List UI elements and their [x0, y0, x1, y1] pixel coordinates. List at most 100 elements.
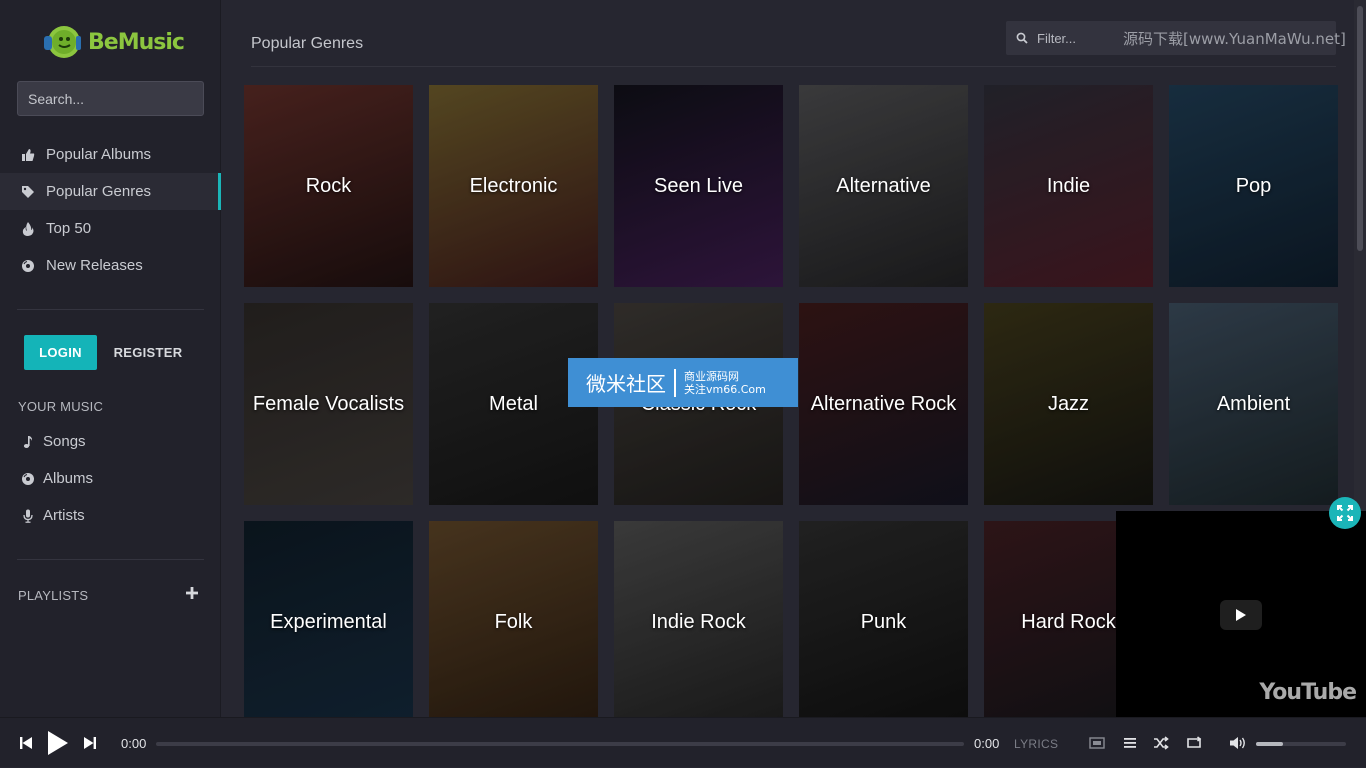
- play-button[interactable]: [44, 718, 72, 768]
- genre-label: Metal: [489, 392, 538, 415]
- main-nav: Popular Albums Popular Genres Top 50 New…: [0, 136, 221, 284]
- add-playlist-plus-icon[interactable]: [184, 585, 200, 601]
- watermark-badge: 微米社区 商业源码网 关注vm66.Com: [568, 358, 798, 407]
- microphone-icon: [21, 509, 35, 523]
- video-play-button[interactable]: [1220, 600, 1262, 630]
- repeat-icon: [1185, 736, 1203, 750]
- shuffle-button[interactable]: [1151, 718, 1171, 768]
- video-screen-icon: [1089, 737, 1105, 749]
- repeat-button[interactable]: [1184, 718, 1204, 768]
- next-track-button[interactable]: [80, 718, 100, 768]
- badge-subtitle-line: 商业源码网: [684, 369, 739, 383]
- disc-icon: [21, 259, 35, 273]
- title-divider: [251, 66, 1336, 67]
- youtube-logo: YouTube: [1259, 680, 1357, 705]
- badge-subtitle: 商业源码网 关注vm66.Com: [684, 370, 766, 396]
- genre-tile[interactable]: Indie Rock: [614, 521, 783, 717]
- genre-tile[interactable]: Jazz: [984, 303, 1153, 505]
- genre-label: Alternative: [836, 174, 931, 197]
- genre-label: Folk: [494, 610, 533, 633]
- video-player-panel[interactable]: YouTube: [1116, 511, 1366, 717]
- skip-previous-icon: [19, 736, 33, 750]
- genre-label: Rock: [305, 174, 352, 197]
- current-time: 0:00: [121, 736, 147, 751]
- nav-label: Popular Genres: [46, 183, 152, 200]
- nav-label: Top 50: [46, 220, 92, 237]
- sidebar-divider: [17, 309, 204, 310]
- nav-item-albums[interactable]: Albums: [0, 460, 221, 497]
- queue-button[interactable]: [1120, 718, 1140, 768]
- genre-tile[interactable]: Seen Live: [614, 85, 783, 287]
- login-button[interactable]: LOGIN: [24, 335, 97, 370]
- genre-label: Indie Rock: [651, 610, 746, 633]
- list-icon: [1123, 737, 1137, 749]
- badge-subtitle-line: 关注vm66.Com: [684, 382, 766, 396]
- video-toggle-button[interactable]: [1087, 718, 1107, 768]
- badge-title: 微米社区: [586, 372, 666, 396]
- sidebar: BeMusic Popular Albums Popular Genres To…: [0, 0, 221, 717]
- genre-tile[interactable]: Folk: [429, 521, 598, 717]
- genre-label: Hard Rock: [1021, 610, 1116, 633]
- nav-item-new-releases[interactable]: New Releases: [0, 247, 221, 284]
- player-bar: 0:00 0:00 LYRICS: [0, 717, 1366, 767]
- genre-label: Alternative Rock: [810, 392, 957, 415]
- tags-icon: [21, 185, 35, 199]
- total-time: 0:00: [974, 736, 1000, 751]
- genre-tile[interactable]: Alternative: [799, 85, 968, 287]
- filter-box: 源码下载[www.YuanMaWu.net]: [1006, 21, 1346, 55]
- genre-label: Jazz: [1047, 392, 1090, 415]
- genre-label: Electronic: [469, 174, 558, 197]
- watermark-text: 源码下载[www.YuanMaWu.net]: [1123, 29, 1346, 48]
- expand-video-button[interactable]: [1329, 497, 1361, 529]
- genre-label: Experimental: [270, 610, 387, 633]
- nav-item-songs[interactable]: Songs: [0, 423, 221, 460]
- mute-button[interactable]: [1228, 718, 1248, 768]
- nav-item-popular-albums[interactable]: Popular Albums: [0, 136, 221, 173]
- seek-bar[interactable]: [156, 742, 964, 746]
- play-icon: [47, 730, 69, 756]
- disc-icon: [21, 472, 35, 486]
- skip-next-icon: [83, 736, 97, 750]
- nav-label: Albums: [43, 470, 94, 487]
- badge-separator: [674, 368, 676, 397]
- nav-item-popular-genres[interactable]: Popular Genres: [0, 173, 221, 210]
- genre-label: Female Vocalists: [252, 392, 405, 415]
- genre-tile[interactable]: Indie: [984, 85, 1153, 287]
- genre-label: Punk: [860, 610, 907, 633]
- genre-tile[interactable]: Alternative Rock: [799, 303, 968, 505]
- expand-icon: [1336, 504, 1354, 522]
- genre-tile[interactable]: Ambient: [1169, 303, 1338, 505]
- genre-label: Indie: [1046, 174, 1091, 197]
- filter-input[interactable]: [1037, 30, 1117, 46]
- nav-label: New Releases: [46, 257, 143, 274]
- nav-item-top-50[interactable]: Top 50: [0, 210, 221, 247]
- fire-icon: [21, 221, 35, 236]
- genre-tile[interactable]: Punk: [799, 521, 968, 717]
- brand-logo[interactable]: BeMusic: [42, 22, 185, 62]
- sidebar-divider: [17, 559, 204, 560]
- nav-item-artists[interactable]: Artists: [0, 497, 221, 534]
- thumbs-up-icon: [21, 148, 35, 162]
- sidebar-search-input[interactable]: [17, 81, 204, 116]
- scrollbar-thumb[interactable]: [1357, 6, 1363, 251]
- your-music-heading: YOUR MUSIC: [18, 399, 104, 414]
- volume-level: [1256, 742, 1283, 746]
- page-title: Popular Genres: [251, 35, 364, 52]
- genre-tile[interactable]: Pop: [1169, 85, 1338, 287]
- genre-tile[interactable]: Female Vocalists: [244, 303, 413, 505]
- headphones-logo-icon: [42, 22, 82, 62]
- register-button[interactable]: REGISTER: [108, 335, 188, 370]
- genre-tile[interactable]: Electronic: [429, 85, 598, 287]
- previous-track-button[interactable]: [16, 718, 36, 768]
- genre-tile[interactable]: Rock: [244, 85, 413, 287]
- shuffle-icon: [1153, 736, 1169, 750]
- playlists-heading: PLAYLISTS: [18, 588, 89, 603]
- music-note-icon: [21, 435, 35, 449]
- genre-label: Ambient: [1216, 392, 1291, 415]
- volume-slider[interactable]: [1256, 742, 1346, 746]
- genre-label: Pop: [1235, 174, 1272, 197]
- play-icon: [1235, 608, 1247, 622]
- genre-tile[interactable]: Experimental: [244, 521, 413, 717]
- lyrics-button[interactable]: LYRICS: [1014, 737, 1058, 751]
- your-music-nav: Songs Albums Artists: [0, 423, 221, 534]
